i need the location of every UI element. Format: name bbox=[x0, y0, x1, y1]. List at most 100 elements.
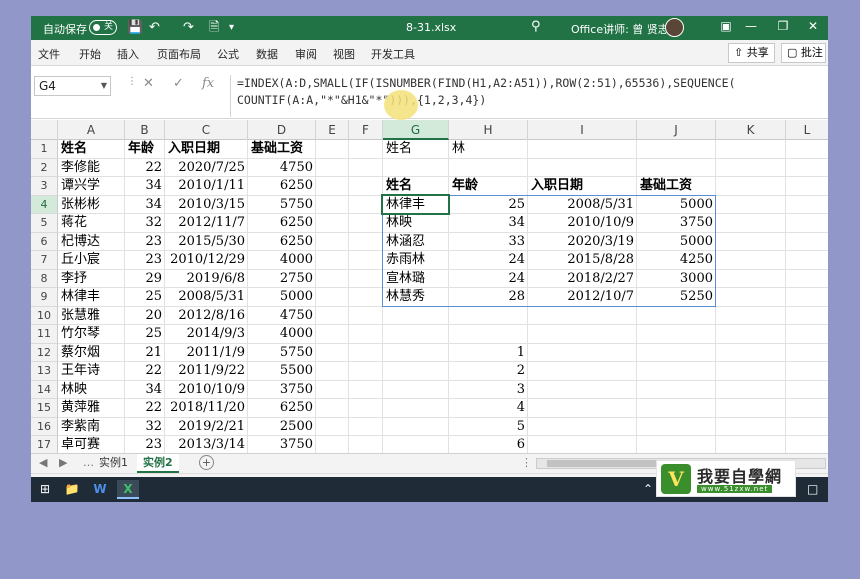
source-data-cell[interactable]: 3750 bbox=[248, 436, 316, 453]
column-header-b[interactable]: B bbox=[125, 120, 165, 140]
source-data-cell[interactable]: 张慧雅 bbox=[58, 307, 125, 326]
tab-view[interactable]: 视图 bbox=[333, 46, 355, 62]
next-sheet-icon[interactable]: ▶ bbox=[59, 456, 67, 469]
tab-insert[interactable]: 插入 bbox=[117, 46, 139, 62]
source-data-cell[interactable]: 22 bbox=[125, 159, 165, 178]
source-data-cell[interactable]: 4000 bbox=[248, 251, 316, 270]
source-data-cell[interactable]: 黄萍雅 bbox=[58, 399, 125, 418]
tray-chevron-icon[interactable]: ⌃ bbox=[643, 482, 653, 496]
tab-page-layout[interactable]: 页面布局 bbox=[157, 46, 201, 62]
column-header-d[interactable]: D bbox=[248, 120, 316, 140]
source-data-cell[interactable]: 2013/3/14 bbox=[165, 436, 248, 453]
source-data-cell[interactable]: 32 bbox=[125, 214, 165, 233]
source-data-cell[interactable]: 林律丰 bbox=[58, 288, 125, 307]
row-header-3[interactable]: 3 bbox=[31, 177, 58, 196]
source-data-cell[interactable]: 2015/5/30 bbox=[165, 233, 248, 252]
source-data-cell[interactable]: 王年诗 bbox=[58, 362, 125, 381]
source-data-cell[interactable]: 2012/11/7 bbox=[165, 214, 248, 233]
source-data-cell[interactable]: 6250 bbox=[248, 399, 316, 418]
formula-bar-options-icon[interactable]: ⋮ bbox=[127, 76, 137, 87]
source-data-cell[interactable]: 李抒 bbox=[58, 270, 125, 289]
row-header-13[interactable]: 13 bbox=[31, 362, 58, 381]
name-box[interactable]: G4 ▼ bbox=[34, 76, 111, 96]
row-header-11[interactable]: 11 bbox=[31, 325, 58, 344]
column-header-c[interactable]: C bbox=[165, 120, 248, 140]
source-data-cell[interactable]: 蔡尔烟 bbox=[58, 344, 125, 363]
source-data-cell[interactable]: 2750 bbox=[248, 270, 316, 289]
column-header-j[interactable]: J bbox=[637, 120, 716, 140]
row-header-14[interactable]: 14 bbox=[31, 380, 58, 399]
row-header-12[interactable]: 12 bbox=[31, 343, 58, 362]
tab-review[interactable]: 审阅 bbox=[295, 46, 317, 62]
column-header-f[interactable]: F bbox=[349, 120, 383, 140]
sheet-tab-1[interactable]: 实例1 bbox=[93, 454, 134, 473]
source-header-cell[interactable]: 入职日期 bbox=[165, 140, 248, 159]
source-header-cell[interactable]: 年龄 bbox=[125, 140, 165, 159]
source-data-cell[interactable]: 22 bbox=[125, 399, 165, 418]
source-data-cell[interactable]: 22 bbox=[125, 362, 165, 381]
source-data-cell[interactable]: 25 bbox=[125, 288, 165, 307]
prev-sheet-icon[interactable]: ◀ bbox=[39, 456, 47, 469]
scroll-options-icon[interactable]: ⋮ bbox=[521, 456, 532, 469]
enter-button[interactable]: ✓ bbox=[173, 76, 184, 91]
row-header-8[interactable]: 8 bbox=[31, 269, 58, 288]
source-data-cell[interactable]: 李修能 bbox=[58, 159, 125, 178]
sequence-cell[interactable]: 3 bbox=[449, 381, 528, 400]
source-data-cell[interactable]: 李紫南 bbox=[58, 418, 125, 437]
column-header-a[interactable]: A bbox=[58, 120, 125, 140]
column-header-e[interactable]: E bbox=[316, 120, 349, 140]
source-data-cell[interactable]: 29 bbox=[125, 270, 165, 289]
result-header-cell[interactable]: 基础工资 bbox=[637, 177, 716, 196]
column-header-k[interactable]: K bbox=[716, 120, 786, 140]
source-header-cell[interactable]: 姓名 bbox=[58, 140, 125, 159]
source-data-cell[interactable]: 2500 bbox=[248, 418, 316, 437]
share-button[interactable]: ⇧ 共享 bbox=[728, 43, 775, 63]
row-header-15[interactable]: 15 bbox=[31, 399, 58, 418]
source-data-cell[interactable]: 5500 bbox=[248, 362, 316, 381]
undo-icon[interactable]: ↶ bbox=[149, 19, 160, 36]
row-header-5[interactable]: 5 bbox=[31, 214, 58, 233]
source-data-cell[interactable]: 6250 bbox=[248, 214, 316, 233]
source-data-cell[interactable]: 5750 bbox=[248, 196, 316, 215]
sequence-cell[interactable]: 2 bbox=[449, 362, 528, 381]
source-data-cell[interactable]: 23 bbox=[125, 436, 165, 453]
sequence-cell[interactable]: 5 bbox=[449, 418, 528, 437]
source-data-cell[interactable]: 2010/3/15 bbox=[165, 196, 248, 215]
save-icon[interactable]: 💾 bbox=[127, 19, 143, 36]
new-file-icon[interactable]: 🗎 bbox=[209, 19, 219, 36]
row-header-7[interactable]: 7 bbox=[31, 251, 58, 270]
column-header-h[interactable]: H bbox=[449, 120, 528, 140]
source-data-cell[interactable]: 4750 bbox=[248, 159, 316, 178]
tab-formulas[interactable]: 公式 bbox=[217, 46, 239, 62]
criteria-value-cell[interactable]: 林 bbox=[449, 140, 528, 159]
source-data-cell[interactable]: 2011/9/22 bbox=[165, 362, 248, 381]
sequence-cell[interactable]: 1 bbox=[449, 344, 528, 363]
source-data-cell[interactable]: 2012/8/16 bbox=[165, 307, 248, 326]
file-explorer-icon[interactable]: 📁 bbox=[61, 480, 83, 499]
source-data-cell[interactable]: 2008/5/31 bbox=[165, 288, 248, 307]
row-header-10[interactable]: 10 bbox=[31, 306, 58, 325]
windows-start-icon[interactable]: ⊞ bbox=[34, 480, 56, 499]
row-header-9[interactable]: 9 bbox=[31, 288, 58, 307]
source-data-cell[interactable]: 丘小宸 bbox=[58, 251, 125, 270]
source-data-cell[interactable]: 34 bbox=[125, 177, 165, 196]
comments-button[interactable]: ▢ 批注 bbox=[781, 43, 826, 63]
source-data-cell[interactable]: 谭兴学 bbox=[58, 177, 125, 196]
insert-function-button[interactable]: fx bbox=[202, 76, 214, 91]
select-all-corner[interactable] bbox=[31, 120, 58, 140]
source-data-cell[interactable]: 竹尔琴 bbox=[58, 325, 125, 344]
row-header-6[interactable]: 6 bbox=[31, 232, 58, 251]
customize-toolbar-icon[interactable]: ▾ bbox=[229, 19, 234, 36]
column-header-l[interactable]: L bbox=[786, 120, 828, 140]
source-data-cell[interactable]: 2010/1/11 bbox=[165, 177, 248, 196]
minimize-button[interactable]: — bbox=[736, 19, 766, 33]
source-data-cell[interactable]: 34 bbox=[125, 196, 165, 215]
source-data-cell[interactable]: 杞博达 bbox=[58, 233, 125, 252]
close-button[interactable]: ✕ bbox=[798, 19, 828, 33]
row-header-17[interactable]: 17 bbox=[31, 436, 58, 453]
source-data-cell[interactable]: 21 bbox=[125, 344, 165, 363]
source-header-cell[interactable]: 基础工资 bbox=[248, 140, 316, 159]
excel-icon[interactable]: X bbox=[117, 480, 139, 499]
tab-home[interactable]: 开始 bbox=[79, 46, 101, 62]
chevron-down-icon[interactable]: ▼ bbox=[101, 77, 107, 95]
